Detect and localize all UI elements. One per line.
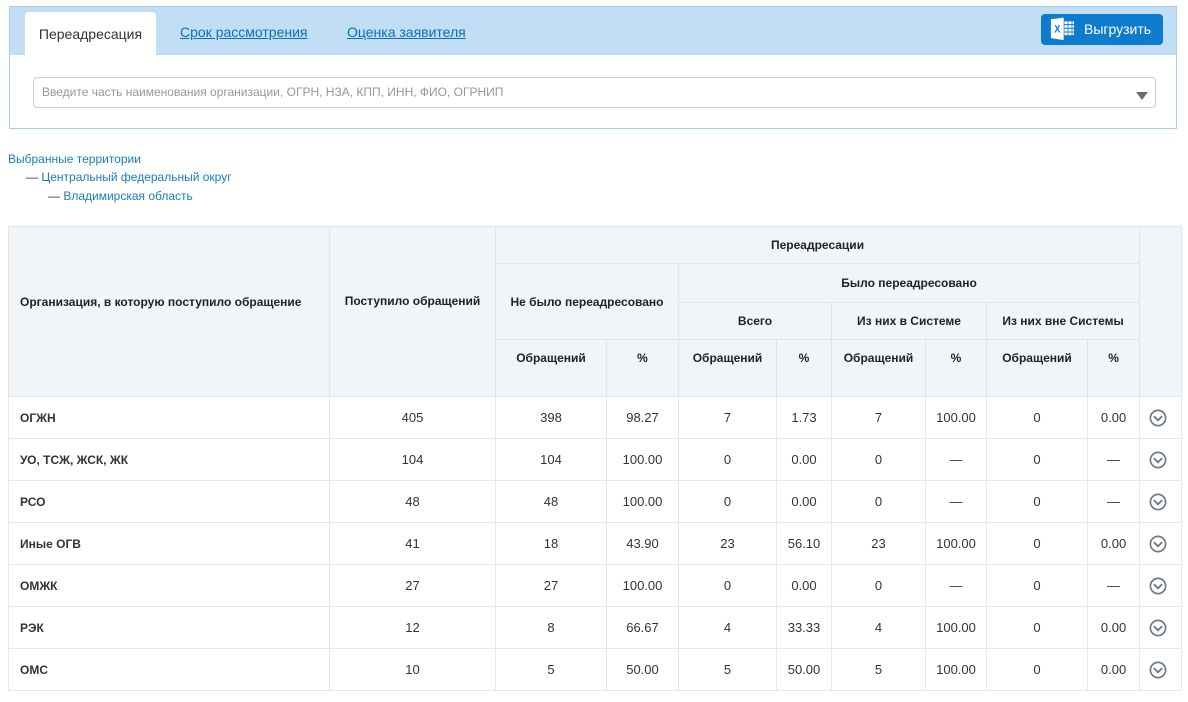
svg-text:X: X: [1054, 24, 1061, 36]
